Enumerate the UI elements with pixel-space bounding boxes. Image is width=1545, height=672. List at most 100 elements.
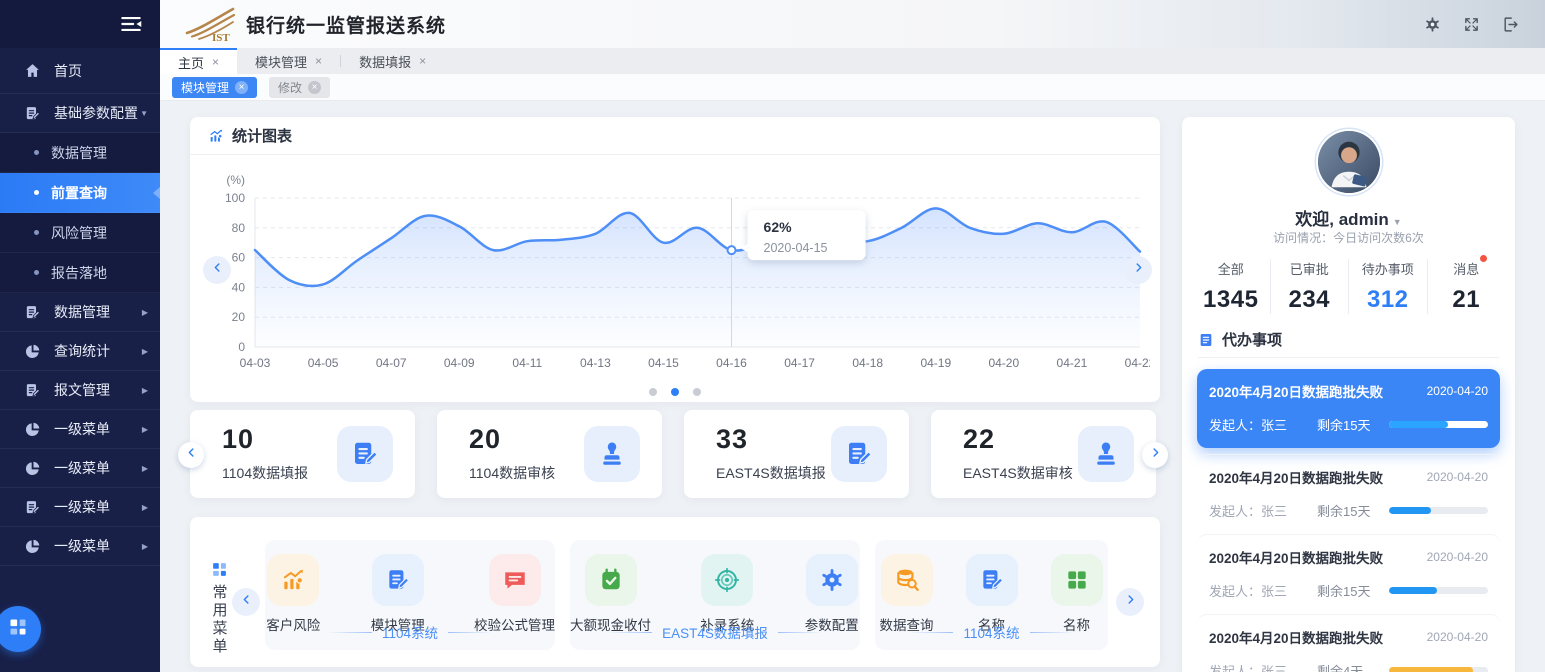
stats-prev-button[interactable] <box>178 442 204 468</box>
sidebar-item-label: 一级菜单 <box>54 419 110 439</box>
sidebar-item-7[interactable]: 一级菜单 ▶ <box>0 488 160 527</box>
user-stat-消息[interactable]: 消息21 <box>1427 259 1506 314</box>
caret-right-icon: ▶ <box>142 464 148 473</box>
tab-数据填报[interactable]: 数据填报 × <box>341 48 444 74</box>
sidebar-subitem-数据管理[interactable]: 数据管理 <box>0 133 160 173</box>
stats-next-button[interactable] <box>1142 442 1168 468</box>
sidebar-item-0[interactable]: 首页 <box>0 48 160 94</box>
user-stat-待办事项[interactable]: 待办事项312 <box>1348 259 1427 314</box>
group-label: 1104系统 <box>875 622 1108 642</box>
todo-list: 2020年4月20日数据跑批失败2020-04-20发起人：张三剩余15天202… <box>1197 369 1500 672</box>
sidebar-collapse-icon[interactable] <box>118 11 144 37</box>
svg-text:IST: IST <box>212 32 230 43</box>
stat-card-1104数据填报[interactable]: 101104数据填报 <box>190 410 415 498</box>
pagination-dot-0[interactable] <box>649 388 657 396</box>
sidebar-subitem-label: 前置查询 <box>51 183 107 203</box>
user-avatar[interactable] <box>1318 131 1380 193</box>
sidebar-subitem-前置查询[interactable]: 前置查询 <box>0 173 160 213</box>
tab-label: 模块管理 <box>255 52 307 71</box>
caret-right-icon: ▶ <box>142 503 148 512</box>
caret-right-icon: ▶ <box>142 347 148 356</box>
todo-progress-bar <box>1389 507 1488 514</box>
fullscreen-icon[interactable] <box>1463 16 1480 33</box>
sidebar-item-2[interactable]: 数据管理▶ <box>0 293 160 332</box>
pagination-dot-1[interactable] <box>671 388 679 396</box>
chart-header: 统计图表 <box>190 117 1160 155</box>
chart-prev-button[interactable] <box>203 256 231 284</box>
sidebar-item-label: 基础参数配置 <box>54 103 138 123</box>
todo-date: 2020-04-20 <box>1427 384 1488 398</box>
todo-date: 2020-04-20 <box>1427 470 1488 484</box>
svg-text:04-15: 04-15 <box>648 356 679 370</box>
svg-text:0: 0 <box>238 340 245 354</box>
user-stat-全部[interactable]: 全部1345 <box>1192 259 1270 314</box>
close-icon[interactable]: × <box>315 54 322 68</box>
sidebar-item-6[interactable]: 一级菜单▶ <box>0 449 160 488</box>
tab-label: 数据填报 <box>359 52 411 71</box>
tab-label: 主页 <box>178 53 204 72</box>
user-stat-value: 312 <box>1349 286 1427 314</box>
quick-menu-title: 常用菜单 <box>209 584 230 656</box>
message-icon <box>489 554 541 606</box>
todo-date: 2020-04-20 <box>1427 630 1488 644</box>
close-icon[interactable]: × <box>308 81 321 94</box>
todo-item-1[interactable]: 2020年4月20日数据跑批失败2020-04-20发起人：张三剩余15天 <box>1197 454 1500 534</box>
sidebar-item-8[interactable]: 一级菜单 ▶ <box>0 527 160 566</box>
group-label: EAST4S数据填报 <box>570 622 860 642</box>
close-icon[interactable]: × <box>212 55 219 69</box>
svg-text:04-22: 04-22 <box>1125 356 1150 370</box>
todo-item-0[interactable]: 2020年4月20日数据跑批失败2020-04-20发起人：张三剩余15天 <box>1197 369 1500 448</box>
user-stat-已审批[interactable]: 已审批234 <box>1270 259 1349 314</box>
sidebar-item-1[interactable]: 基础参数配置▼ <box>0 94 160 133</box>
breadcrumb-tag-模块管理[interactable]: 模块管理× <box>172 77 257 98</box>
sidebar-item-label: 一级菜单 <box>54 536 110 556</box>
db-search-icon <box>881 554 933 606</box>
sidebar-subitem-风险管理[interactable]: 风险管理 <box>0 213 160 253</box>
app-header: IST 银行统一监管报送系统 <box>160 0 1545 48</box>
sidebar-item-4[interactable]: 报文管理▶ <box>0 371 160 410</box>
close-icon[interactable]: × <box>419 54 426 68</box>
breadcrumb-tag-修改[interactable]: 修改× <box>269 77 330 98</box>
logout-icon[interactable] <box>1502 16 1519 33</box>
quick-menu-next-button[interactable] <box>1116 588 1144 616</box>
welcome-dropdown[interactable]: 欢迎, admin▼ <box>1182 205 1515 230</box>
stat-card-EAST4S数据审核[interactable]: 22EAST4S数据审核 <box>931 410 1156 498</box>
sidebar-item-3[interactable]: 查询统计▶ <box>0 332 160 371</box>
todo-initiator: 发起人：张三 <box>1209 661 1317 672</box>
sidebar-subitem-报告落地[interactable]: 报告落地 <box>0 253 160 293</box>
todo-title: 2020年4月20日数据跑批失败 <box>1209 627 1383 647</box>
sidebar-item-label: 一级菜单 <box>54 497 110 517</box>
sidebar: 首页基础参数配置▼ 数据管理前置查询风险管理报告落地数据管理▶查询统计▶报文管理▶… <box>0 0 160 672</box>
app-logo: IST <box>184 5 238 43</box>
todo-progress-bar <box>1389 421 1488 428</box>
sidebar-item-5[interactable]: 一级菜单▶ <box>0 410 160 449</box>
menu-grid-icon <box>211 561 228 578</box>
stat-value: 10 <box>222 424 254 455</box>
close-icon[interactable]: × <box>235 81 248 94</box>
caret-right-icon: ▶ <box>142 542 148 551</box>
settings-icon[interactable] <box>1424 16 1441 33</box>
app-title: 银行统一监管报送系统 <box>246 11 446 38</box>
todo-item-3[interactable]: 2020年4月20日数据跑批失败 2020-04-20 发起人：张三剩余4天 <box>1197 614 1500 672</box>
todo-item-2[interactable]: 2020年4月20日数据跑批失败2020-04-20发起人：张三剩余15天 <box>1197 534 1500 614</box>
stat-label: EAST4S数据填报 <box>716 463 826 483</box>
todo-initiator: 发起人：张三 <box>1209 581 1317 600</box>
doc-edit-icon <box>831 426 887 482</box>
user-stat-label: 消息 <box>1453 259 1479 278</box>
pie-icon <box>24 460 41 477</box>
stat-value: 33 <box>716 424 748 455</box>
todo-header: 代办事项 <box>1198 329 1282 350</box>
pagination-dot-2[interactable] <box>693 388 701 396</box>
quick-menu-prev-button[interactable] <box>232 588 260 616</box>
sidebar-subitem-label: 数据管理 <box>51 143 107 163</box>
chart-title: 统计图表 <box>232 125 292 146</box>
tab-主页[interactable]: 主页 × <box>160 48 237 74</box>
quick-launch-button[interactable] <box>0 606 41 652</box>
chevron-down-icon: ▼ <box>1393 217 1402 227</box>
stat-card-1104数据审核[interactable]: 201104数据审核 <box>437 410 662 498</box>
header-actions <box>1424 16 1519 33</box>
chart-next-button[interactable] <box>1124 256 1152 284</box>
tab-模块管理[interactable]: 模块管理 × <box>237 48 340 74</box>
todo-remaining: 剩余4天 <box>1317 661 1389 672</box>
stat-card-EAST4S数据填报[interactable]: 33 EAST4S数据填报 <box>684 410 909 498</box>
